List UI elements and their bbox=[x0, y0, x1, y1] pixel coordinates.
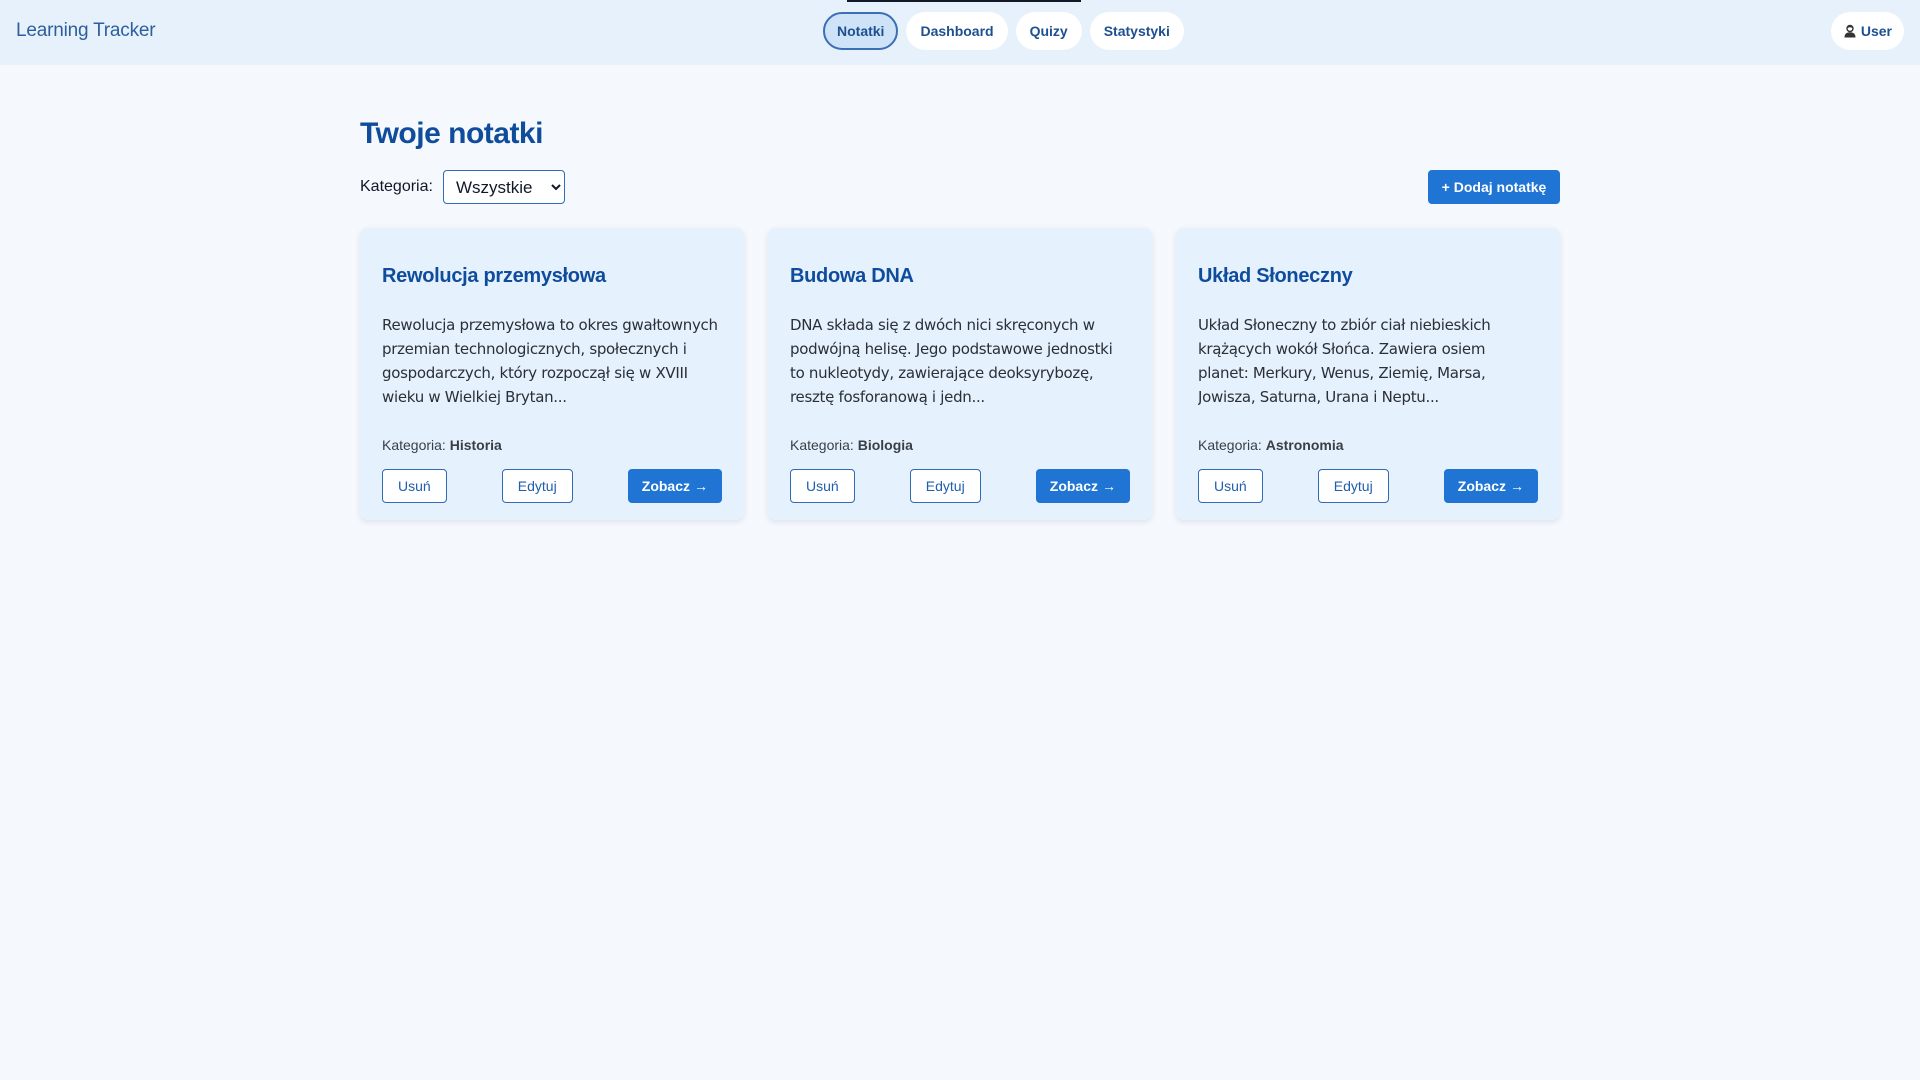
note-actions: Usuń Edytuj Zobacz → bbox=[790, 469, 1130, 503]
tab-statystyki[interactable]: Statystyki bbox=[1089, 12, 1184, 50]
delete-note-button[interactable]: Usuń bbox=[382, 469, 447, 503]
arrow-right-icon: → bbox=[694, 478, 708, 494]
user-menu-button[interactable]: User bbox=[1830, 12, 1904, 50]
top-accent-line bbox=[847, 0, 1081, 2]
edit-note-button[interactable]: Edytuj bbox=[501, 469, 573, 503]
notes-grid: Rewolucja przemysłowa Rewolucja przemysł… bbox=[360, 228, 1560, 520]
category-select[interactable]: Wszystkie bbox=[442, 170, 565, 204]
note-category: Kategoria: Historia bbox=[382, 437, 502, 453]
note-excerpt: DNA składa się z dwóch nici skręconych w… bbox=[790, 316, 1113, 406]
note-category-label: Kategoria: bbox=[382, 437, 446, 453]
note-card: Układ Słoneczny Układ Słoneczny to zbiór… bbox=[1176, 228, 1560, 520]
view-note-label: Zobacz bbox=[1457, 478, 1506, 494]
note-title: Budowa DNA bbox=[790, 265, 914, 287]
note-category-value: Biologia bbox=[857, 437, 913, 453]
arrow-right-icon: → bbox=[1510, 478, 1524, 494]
category-filter: Kategoria: Wszystkie bbox=[360, 170, 565, 204]
view-note-button[interactable]: Zobacz → bbox=[1035, 469, 1130, 503]
add-note-button[interactable]: + Dodaj notatkę bbox=[1428, 170, 1560, 204]
note-card: Rewolucja przemysłowa Rewolucja przemysł… bbox=[360, 228, 744, 520]
note-category-label: Kategoria: bbox=[790, 437, 854, 453]
top-navigation-bar: Learning Tracker Notatki Dashboard Quizy… bbox=[0, 0, 1920, 65]
delete-note-button[interactable]: Usuń bbox=[790, 469, 855, 503]
view-note-label: Zobacz bbox=[641, 478, 690, 494]
edit-note-button[interactable]: Edytuj bbox=[909, 469, 981, 503]
note-title: Układ Słoneczny bbox=[1198, 265, 1353, 287]
view-note-button[interactable]: Zobacz → bbox=[627, 469, 722, 503]
note-excerpt: Układ Słoneczny to zbiór ciał niebieskic… bbox=[1198, 316, 1491, 406]
page-title: Twoje notatki bbox=[360, 117, 543, 150]
view-note-button[interactable]: Zobacz → bbox=[1443, 469, 1538, 503]
note-actions: Usuń Edytuj Zobacz → bbox=[1198, 469, 1538, 503]
note-category: Kategoria: Astronomia bbox=[1198, 437, 1344, 453]
app-brand[interactable]: Learning Tracker bbox=[16, 20, 156, 42]
note-category-label: Kategoria: bbox=[1198, 437, 1262, 453]
note-title: Rewolucja przemysłowa bbox=[382, 265, 606, 287]
note-excerpt: Rewolucja przemysłowa to okres gwałtowny… bbox=[382, 316, 718, 406]
note-category-value: Historia bbox=[449, 437, 502, 453]
note-category: Kategoria: Biologia bbox=[790, 437, 913, 453]
category-filter-label: Kategoria: bbox=[360, 178, 433, 195]
main-nav: Notatki Dashboard Quizy Statystyki bbox=[823, 12, 1184, 50]
tab-notatki[interactable]: Notatki bbox=[823, 12, 899, 50]
delete-note-button[interactable]: Usuń bbox=[1198, 469, 1263, 503]
tab-dashboard[interactable]: Dashboard bbox=[906, 12, 1008, 50]
user-label: User bbox=[1860, 23, 1892, 39]
user-icon bbox=[1843, 24, 1857, 38]
note-actions: Usuń Edytuj Zobacz → bbox=[382, 469, 722, 503]
view-note-label: Zobacz bbox=[1049, 478, 1098, 494]
tab-quizy[interactable]: Quizy bbox=[1015, 12, 1082, 50]
arrow-right-icon: → bbox=[1102, 478, 1116, 494]
edit-note-button[interactable]: Edytuj bbox=[1317, 469, 1389, 503]
note-card: Budowa DNA DNA składa się z dwóch nici s… bbox=[768, 228, 1152, 520]
note-category-value: Astronomia bbox=[1265, 437, 1344, 453]
